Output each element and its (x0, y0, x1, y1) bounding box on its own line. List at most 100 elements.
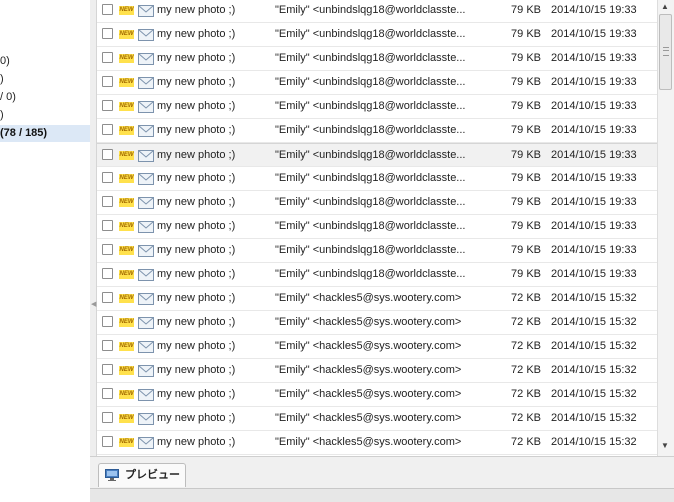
row-checkbox[interactable] (102, 364, 113, 375)
mail-subject[interactable]: my new photo ;) (157, 263, 235, 286)
mail-subject[interactable]: my new photo ;) (157, 47, 235, 70)
mail-date: 2014/10/15 19:33 (551, 4, 637, 16)
row-checkbox[interactable] (102, 76, 113, 87)
mail-sender: "Emily" <unbindslqg18@worldclasste... (275, 172, 466, 184)
mail-list: NEW my new photo ;) "Emily" <unbindslqg18@… (97, 0, 657, 456)
mail-date: 2014/10/15 19:33 (551, 100, 637, 112)
new-badge-icon: NEW (119, 102, 134, 111)
mail-row[interactable]: NEW my new photo ;) "Emily" <unbindslqg18@… (97, 239, 657, 263)
row-checkbox[interactable] (102, 412, 113, 423)
mail-row[interactable]: NEW my new photo ;) "Emily" <hackles5@sys.… (97, 311, 657, 335)
mail-size: 79 KB (511, 196, 541, 208)
mail-sender: "Emily" <unbindslqg18@worldclasste... (275, 76, 466, 88)
row-checkbox[interactable] (102, 268, 113, 279)
mail-subject[interactable]: my new photo ;) (157, 215, 235, 238)
mail-date: 2014/10/15 19:33 (551, 28, 637, 40)
folder-item-selected[interactable]: (78 / 185) (0, 125, 90, 142)
mail-subject[interactable]: my new photo ;) (157, 191, 235, 214)
mail-subject[interactable]: my new photo ;) (157, 383, 235, 406)
mail-subject[interactable]: my new photo ;) (157, 119, 235, 142)
mail-subject[interactable]: my new photo ;) (157, 0, 235, 22)
new-badge-icon: NEW (119, 6, 134, 15)
folder-item[interactable]: ) (0, 71, 4, 88)
new-badge-icon: NEW (119, 270, 134, 279)
mail-row[interactable]: NEW my new photo ;) "Emily" <unbindslqg18@… (97, 71, 657, 95)
mail-size: 79 KB (511, 124, 541, 136)
tab-preview-label: プレビュー (125, 469, 180, 481)
mail-subject[interactable]: my new photo ;) (157, 239, 235, 262)
mail-subject[interactable]: my new photo ;) (157, 431, 235, 454)
envelope-icon (138, 341, 154, 353)
row-checkbox[interactable] (102, 316, 113, 327)
mail-date: 2014/10/15 19:33 (551, 124, 637, 136)
mail-row[interactable]: NEW my new photo ;) "Emily" <hackles5@sys.… (97, 287, 657, 311)
folder-item[interactable]: 0) (0, 53, 10, 70)
scroll-thumb[interactable] (659, 14, 672, 90)
mail-row[interactable]: NEW my new photo ;) "Emily" <unbindslqg18@… (97, 263, 657, 287)
new-badge-icon: NEW (119, 318, 134, 327)
row-checkbox[interactable] (102, 172, 113, 183)
splitter-grip-icon[interactable]: ◀ (91, 300, 96, 308)
mail-sender: "Emily" <unbindslqg18@worldclasste... (275, 196, 466, 208)
mail-row[interactable]: NEW my new photo ;) "Emily" <unbindslqg18@… (97, 0, 657, 23)
new-badge-icon: NEW (119, 222, 134, 231)
mail-row[interactable]: NEW my new photo ;) "Emily" <hackles5@sys.… (97, 431, 657, 455)
mail-subject[interactable]: my new photo ;) (157, 311, 235, 334)
folder-item[interactable]: ) (0, 107, 4, 124)
row-checkbox[interactable] (102, 4, 113, 15)
mail-subject[interactable]: my new photo ;) (157, 95, 235, 118)
mail-row[interactable]: NEW my new photo ;) "Emily" <unbindslqg18@… (97, 47, 657, 71)
mail-sender: "Emily" <hackles5@sys.wootery.com> (275, 316, 462, 328)
mail-size: 79 KB (511, 268, 541, 280)
mail-size: 79 KB (511, 220, 541, 232)
row-checkbox[interactable] (102, 124, 113, 135)
mail-size: 72 KB (511, 436, 541, 448)
row-checkbox[interactable] (102, 244, 113, 255)
mail-row[interactable]: NEW my new photo ;) "Emily" <hackles5@sys.… (97, 335, 657, 359)
mail-row[interactable]: NEW my new photo ;) "Emily" <unbindslqg18@… (97, 167, 657, 191)
mail-subject[interactable]: my new photo ;) (157, 23, 235, 46)
mail-sender: "Emily" <unbindslqg18@worldclasste... (275, 244, 466, 256)
mail-row[interactable]: NEW my new photo ;) "Emily" <hackles5@sys.… (97, 407, 657, 431)
folder-item[interactable]: / 0) (0, 89, 16, 106)
mail-date: 2014/10/15 19:33 (551, 172, 637, 184)
row-checkbox[interactable] (102, 292, 113, 303)
mail-subject[interactable]: my new photo ;) (157, 71, 235, 94)
row-checkbox[interactable] (102, 149, 113, 160)
mail-date: 2014/10/15 15:32 (551, 292, 637, 304)
mail-row[interactable]: NEW my new photo ;) "Emily" <unbindslqg18@… (97, 191, 657, 215)
scroll-down-icon[interactable]: ▼ (661, 441, 669, 450)
mail-row[interactable]: NEW my new photo ;) "Emily" <unbindslqg18@… (97, 215, 657, 239)
new-badge-icon: NEW (119, 414, 134, 423)
mail-subject[interactable]: my new photo ;) (157, 407, 235, 430)
row-checkbox[interactable] (102, 28, 113, 39)
tab-preview[interactable]: プレビュー (98, 463, 186, 487)
mail-size: 79 KB (511, 244, 541, 256)
mail-row[interactable]: NEW my new photo ;) "Emily" <unbindslqg18@… (97, 143, 657, 167)
mail-subject[interactable]: my new photo ;) (157, 144, 235, 167)
row-checkbox[interactable] (102, 100, 113, 111)
scroll-up-icon[interactable]: ▲ (661, 2, 669, 11)
mail-sender: "Emily" <hackles5@sys.wootery.com> (275, 292, 462, 304)
mail-row[interactable]: NEW my new photo ;) "Emily" <unbindslqg18@… (97, 23, 657, 47)
list-scrollbar[interactable]: ▲ ▼ (657, 0, 674, 456)
row-checkbox[interactable] (102, 52, 113, 63)
mail-subject[interactable]: my new photo ;) (157, 359, 235, 382)
mail-row[interactable]: NEW my new photo ;) "Emily" <hackles5@sys.… (97, 359, 657, 383)
row-checkbox[interactable] (102, 196, 113, 207)
mail-row[interactable]: NEW my new photo ;) "Emily" <hackles5@sys.… (97, 383, 657, 407)
mail-date: 2014/10/15 19:33 (551, 220, 637, 232)
pane-splitter[interactable]: ◀ (90, 0, 97, 500)
mail-row[interactable]: NEW my new photo ;) "Emily" <unbindslqg18@… (97, 95, 657, 119)
mail-row[interactable]: NEW my new photo ;) "Emily" <unbindslqg18@… (97, 119, 657, 143)
row-checkbox[interactable] (102, 388, 113, 399)
row-checkbox[interactable] (102, 220, 113, 231)
row-checkbox[interactable] (102, 436, 113, 447)
row-checkbox[interactable] (102, 340, 113, 351)
mail-size: 72 KB (511, 412, 541, 424)
mail-size: 79 KB (511, 52, 541, 64)
mail-subject[interactable]: my new photo ;) (157, 335, 235, 358)
mail-subject[interactable]: my new photo ;) (157, 167, 235, 190)
mail-date: 2014/10/15 15:32 (551, 340, 637, 352)
mail-subject[interactable]: my new photo ;) (157, 287, 235, 310)
